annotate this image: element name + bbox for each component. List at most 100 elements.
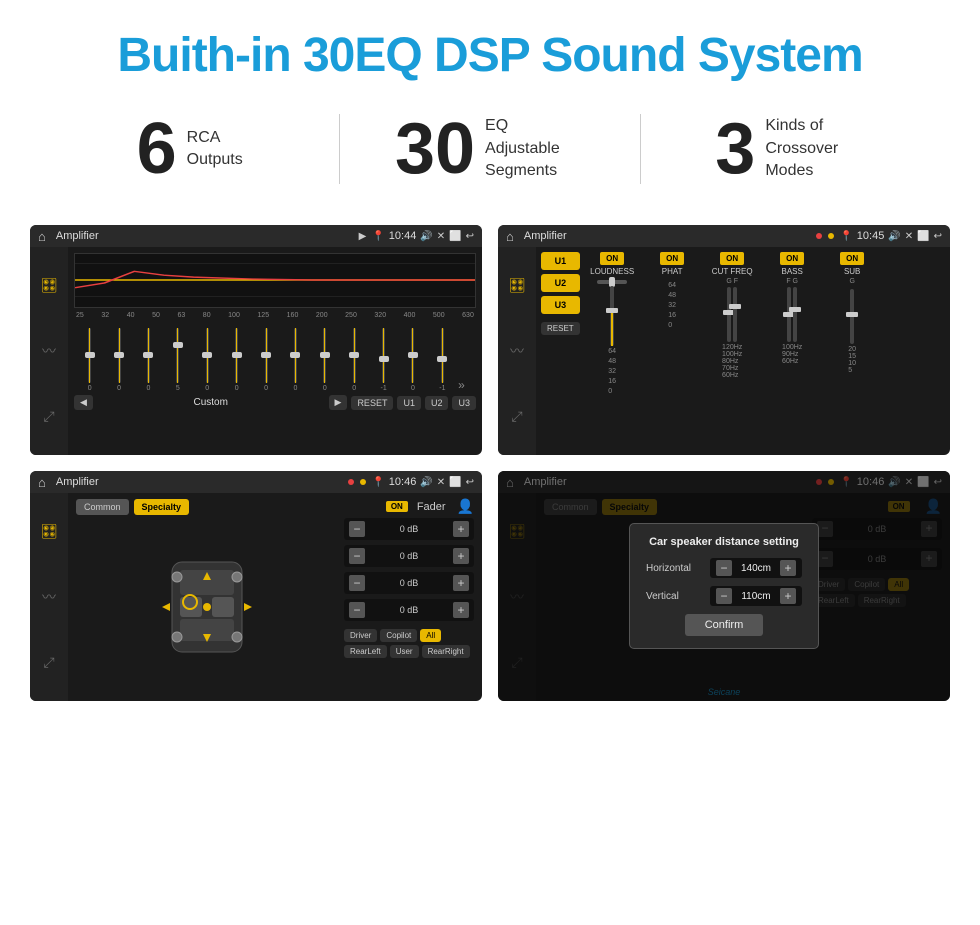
eq-slider-col[interactable]: 0 — [76, 328, 103, 392]
screen3-time: 10:46 — [389, 476, 417, 488]
eq-icon-expand[interactable]: ⤢ — [43, 408, 54, 425]
u1-btn-1[interactable]: U1 — [397, 396, 421, 410]
reset-btn-2[interactable]: RESET — [541, 322, 580, 335]
db-tl-minus[interactable]: − — [349, 521, 365, 537]
spk-main: Common Specialty ON Fader 👤 — [68, 493, 482, 701]
dialog-title: Car speaker distance setting — [646, 536, 802, 548]
zone-rearleft[interactable]: RearLeft — [344, 645, 387, 658]
ch-bass-on[interactable]: ON — [780, 252, 804, 265]
amp2-icon-wave[interactable]: 〰 — [510, 341, 524, 361]
status-dot-red-2 — [816, 233, 822, 239]
preset-col: U1 U2 U3 RESET — [541, 252, 580, 450]
scroll-arrow[interactable]: » — [458, 378, 474, 392]
ch-loudness-on[interactable]: ON — [600, 252, 624, 265]
page-title: Buith-in 30EQ DSP Sound System — [97, 0, 882, 103]
spk-icon-expand[interactable]: ⤢ — [43, 654, 54, 671]
amp2-inner: U1 U2 U3 RESET ON LOUDNESS — [541, 252, 945, 450]
eq-slider-col[interactable]: 0 — [105, 328, 132, 392]
tab-specialty-3[interactable]: Specialty — [134, 499, 190, 515]
db-br-minus[interactable]: − — [349, 602, 365, 618]
amp2-icon-active[interactable]: 🎛 — [508, 277, 526, 294]
eq-slider-col[interactable]: 0 — [223, 328, 250, 392]
reset-btn-1[interactable]: RESET — [351, 396, 393, 410]
user-icon-3[interactable]: 👤 — [457, 498, 474, 515]
status-bar-1: ⌂ Amplifier ▶ 📍 10:44 🔊 ✕ ⬜ ↩ — [30, 225, 482, 247]
db-tr-plus[interactable]: + — [453, 548, 469, 564]
spk-icon-wave[interactable]: 〰 — [42, 587, 56, 607]
zone-copilot[interactable]: Copilot — [380, 629, 417, 642]
screen3-title: Amplifier — [56, 476, 342, 488]
ch-phat-on[interactable]: ON — [660, 252, 684, 265]
spk-screen-content: 🎛 〰 ⤢ Common Specialty ON Fader 👤 — [30, 493, 482, 701]
preset-u3[interactable]: U3 — [541, 296, 580, 314]
feature-rca-number: 6 — [137, 113, 177, 185]
spk-top-bar: Common Specialty ON Fader 👤 — [68, 493, 482, 518]
tab-common-3[interactable]: Common — [76, 499, 129, 515]
zone-all[interactable]: All — [420, 629, 441, 642]
screen-eq: ⌂ Amplifier ▶ 📍 10:44 🔊 ✕ ⬜ ↩ 🎛 〰 ⤢ — [30, 225, 482, 455]
vertical-minus[interactable]: − — [716, 588, 732, 604]
vertical-value: 110cm — [736, 591, 776, 602]
u3-btn-1[interactable]: U3 — [452, 396, 476, 410]
horizontal-minus[interactable]: − — [716, 560, 732, 576]
status-icons-3: 📍 10:46 🔊 ✕ ⬜ ↩ — [372, 476, 474, 488]
feature-rca-desc: RCA Outputs — [187, 127, 243, 172]
zone-rearright[interactable]: RearRight — [422, 645, 470, 658]
features-row: 6 RCA Outputs 30 EQ Adjustable Segments … — [0, 103, 980, 215]
amp2-icon-expand[interactable]: ⤢ — [511, 408, 522, 425]
eq-slider-col[interactable]: -1 — [429, 328, 456, 392]
dialog-horizontal-row: Horizontal − 140cm + — [646, 558, 802, 578]
u2-btn-1[interactable]: U2 — [425, 396, 449, 410]
db-bl: − 0 dB + — [344, 572, 474, 594]
prev-btn[interactable]: ◀ — [74, 395, 93, 410]
feature-eq: 30 EQ Adjustable Segments — [360, 113, 619, 185]
eq-icon-wave[interactable]: 〰 — [42, 341, 56, 361]
vertical-control: − 110cm + — [710, 586, 802, 606]
feature-eq-number: 30 — [395, 113, 475, 185]
ch-sub: ON SUB G 2015105 — [825, 252, 880, 450]
eq-slider-col[interactable]: 0 — [341, 328, 368, 392]
dialog-overlay: Car speaker distance setting Horizontal … — [498, 471, 950, 701]
eq-slider-col[interactable]: 0 — [194, 328, 221, 392]
feature-rca: 6 RCA Outputs — [60, 113, 319, 185]
db-tl-plus[interactable]: + — [453, 521, 469, 537]
ch-loudness-vslider[interactable] — [610, 286, 614, 346]
vertical-label: Vertical — [646, 591, 704, 602]
spk-icon-active[interactable]: 🎛 — [40, 523, 58, 540]
home-icon-3[interactable]: ⌂ — [38, 475, 46, 490]
horizontal-label: Horizontal — [646, 563, 704, 574]
eq-slider-col[interactable]: 0 — [311, 328, 338, 392]
vertical-plus[interactable]: + — [780, 588, 796, 604]
spk-sidebar: 🎛 〰 ⤢ — [30, 493, 68, 701]
confirm-button[interactable]: Confirm — [685, 614, 764, 636]
db-tr-minus[interactable]: − — [349, 548, 365, 564]
preset-u1[interactable]: U1 — [541, 252, 580, 270]
eq-slider-col[interactable]: -1 — [370, 328, 397, 392]
home-icon-1[interactable]: ⌂ — [38, 229, 46, 244]
eq-slider-col[interactable]: 0 — [282, 328, 309, 392]
ch-cutfreq-on[interactable]: ON — [720, 252, 744, 265]
db-bl-minus[interactable]: − — [349, 575, 365, 591]
eq-slider-col[interactable]: 0 — [135, 328, 162, 392]
distance-dialog: Car speaker distance setting Horizontal … — [629, 523, 819, 649]
eq-main: 253240 506380 100125160 200250320 400500… — [68, 247, 482, 455]
db-bl-plus[interactable]: + — [453, 575, 469, 591]
eq-slider-col[interactable]: 0 — [399, 328, 426, 392]
feature-divider-1 — [339, 114, 340, 184]
horizontal-plus[interactable]: + — [780, 560, 796, 576]
ch-sub-on[interactable]: ON — [840, 252, 864, 265]
eq-icon-active[interactable]: 🎛 — [40, 277, 58, 294]
eq-slider-col[interactable]: 0 — [252, 328, 279, 392]
db-br-plus[interactable]: + — [453, 602, 469, 618]
status-icons-1: 📍 10:44 🔊 ✕ ⬜ ↩ — [372, 230, 474, 242]
preset-u2[interactable]: U2 — [541, 274, 580, 292]
zone-driver[interactable]: Driver — [344, 629, 377, 642]
feature-crossover-number: 3 — [715, 113, 755, 185]
home-icon-2[interactable]: ⌂ — [506, 229, 514, 244]
zone-user[interactable]: User — [390, 645, 419, 658]
eq-slider-col[interactable]: 5 — [164, 328, 191, 392]
horizontal-value: 140cm — [736, 563, 776, 574]
db-tr-val: 0 dB — [368, 551, 450, 561]
ch-phat: ON PHAT 644832160 — [645, 252, 700, 450]
play-btn[interactable]: ▶ — [329, 395, 348, 410]
